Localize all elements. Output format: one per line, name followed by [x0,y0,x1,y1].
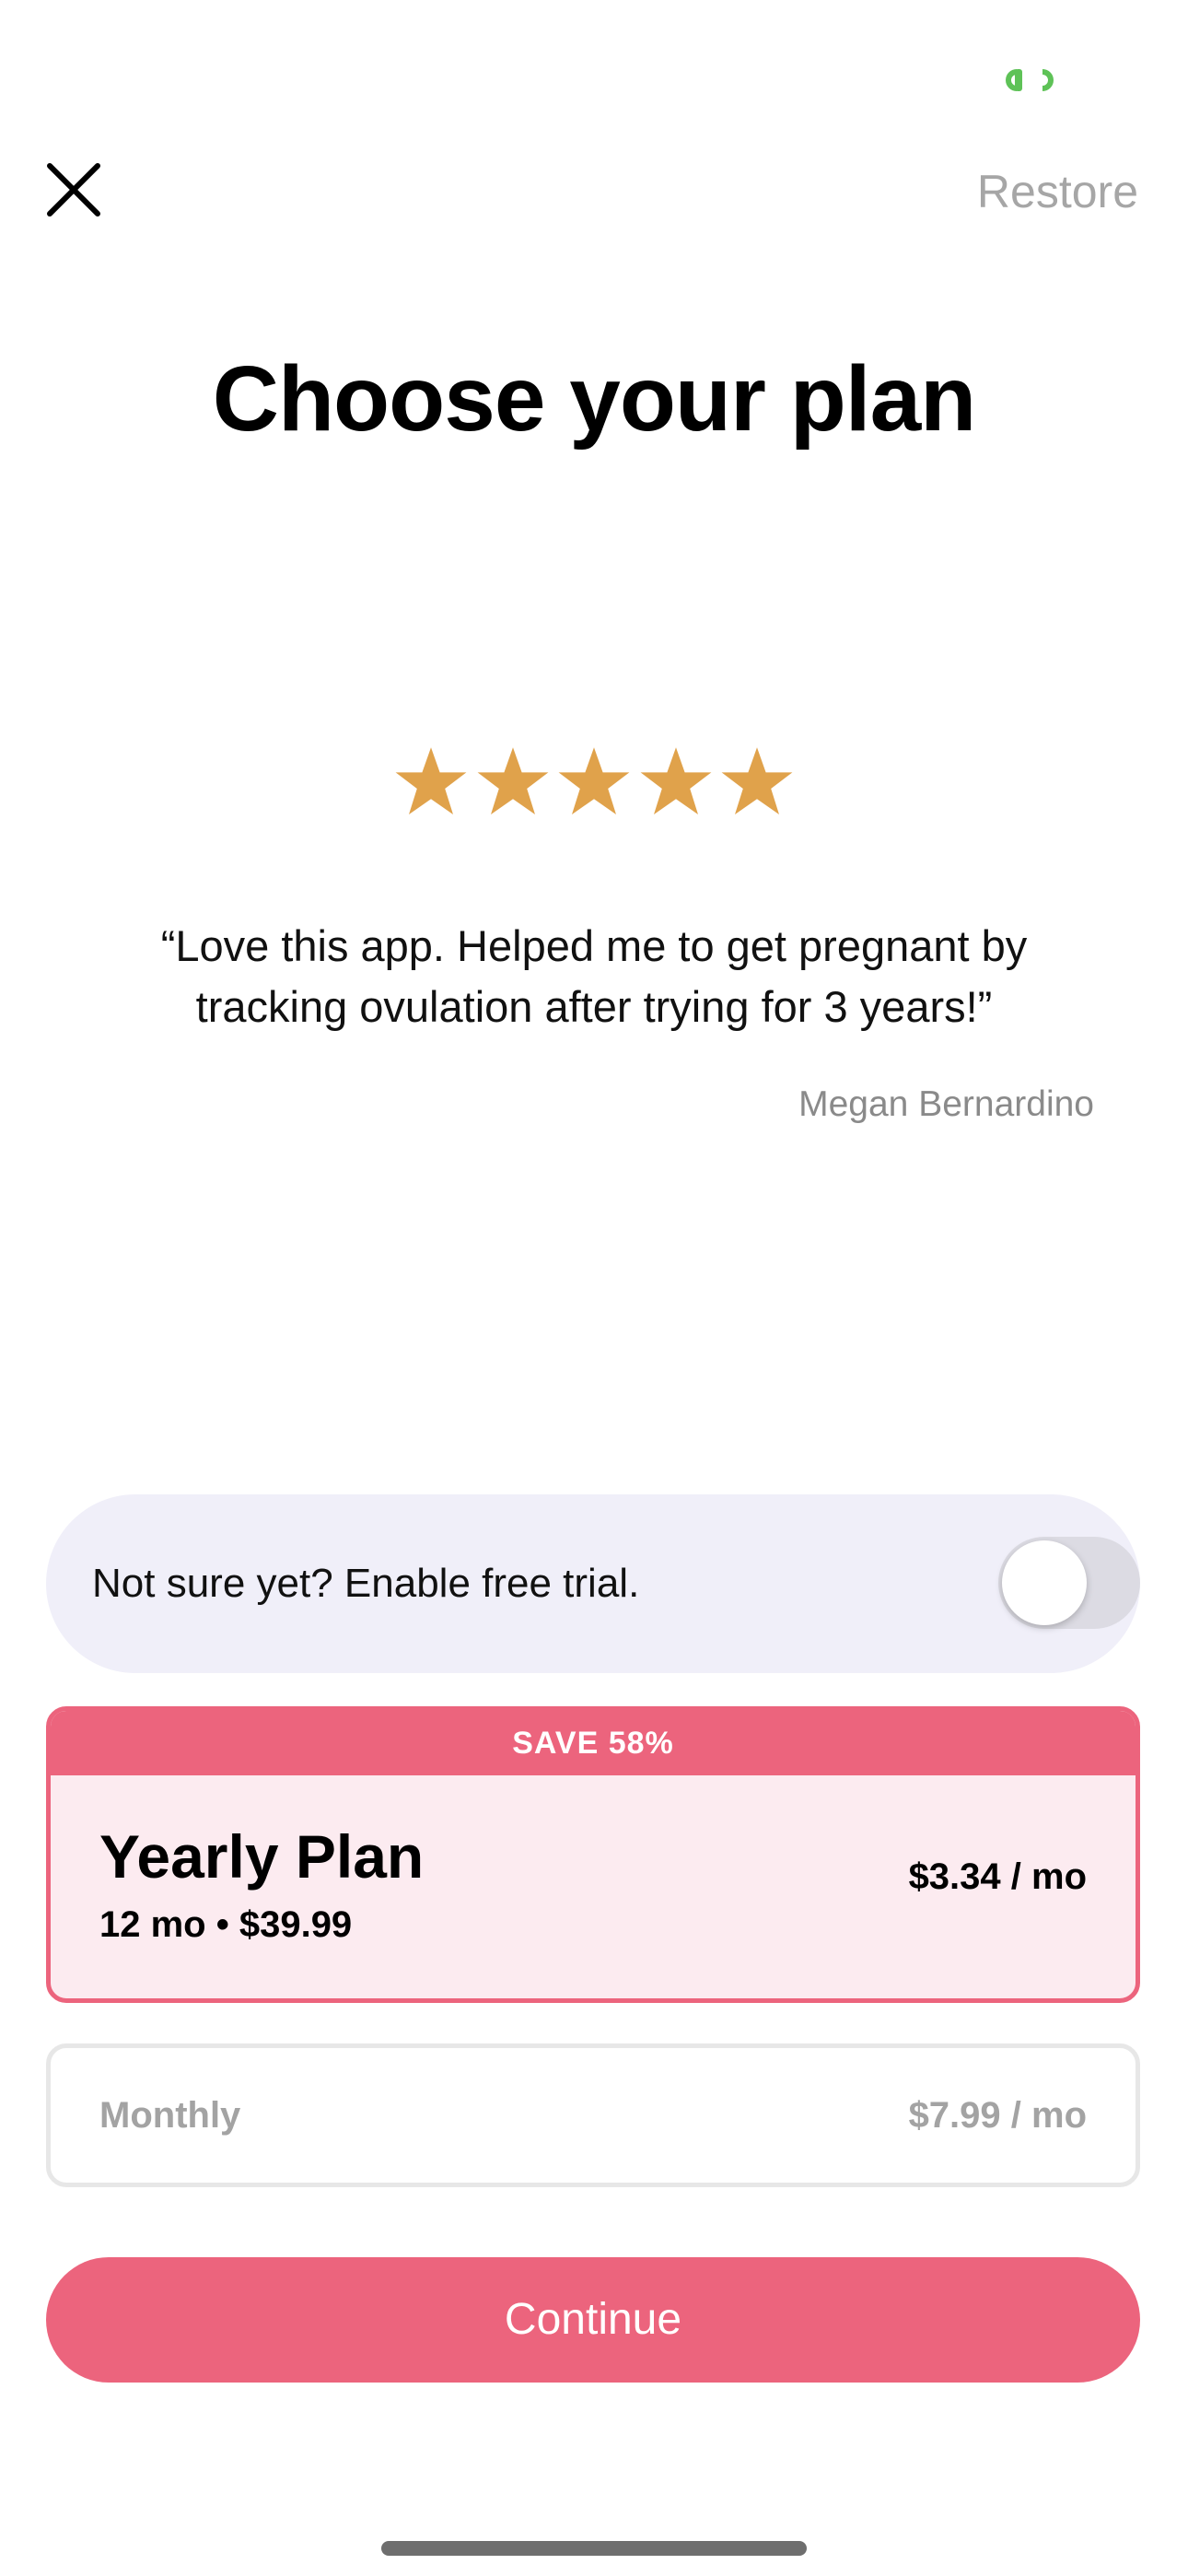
yearly-plan-name: Yearly Plan [99,1822,425,1891]
testimonial-quote: “Love this app. Helped me to get pregnan… [160,921,1028,1031]
free-trial-card: Not sure yet? Enable free trial. [46,1494,1140,1673]
close-icon [47,163,100,217]
status-indicator-icon [1002,66,1059,94]
star-icon [477,747,548,814]
monthly-plan-name: Monthly [99,2095,241,2136]
free-trial-label: Not sure yet? Enable free trial. [92,1561,640,1606]
star-icon [640,747,711,814]
toggle-knob [1002,1540,1087,1625]
close-button[interactable] [44,160,103,219]
save-badge: SAVE 58% [51,1711,1136,1775]
restore-button[interactable]: Restore [977,164,1138,219]
star-icon [395,747,467,814]
star-icon [721,747,793,814]
star-icon [558,747,630,814]
yearly-plan-price: $3.34 / mo [908,1856,1087,1897]
continue-button[interactable]: Continue [46,2257,1140,2383]
testimonial-author: Megan Bernardino [798,1084,1094,1124]
rating-stars [394,744,794,818]
free-trial-toggle[interactable] [998,1537,1140,1629]
yearly-plan-details: 12 mo • $39.99 [99,1904,353,1945]
yearly-plan-option[interactable]: SAVE 58% Yearly Plan 12 mo • $39.99 $3.3… [46,1706,1140,2003]
home-indicator [381,2541,807,2556]
page-title: Choose your plan [212,347,977,451]
monthly-plan-option[interactable]: Monthly $7.99 / mo [46,2043,1140,2187]
monthly-plan-price: $7.99 / mo [908,2095,1087,2136]
